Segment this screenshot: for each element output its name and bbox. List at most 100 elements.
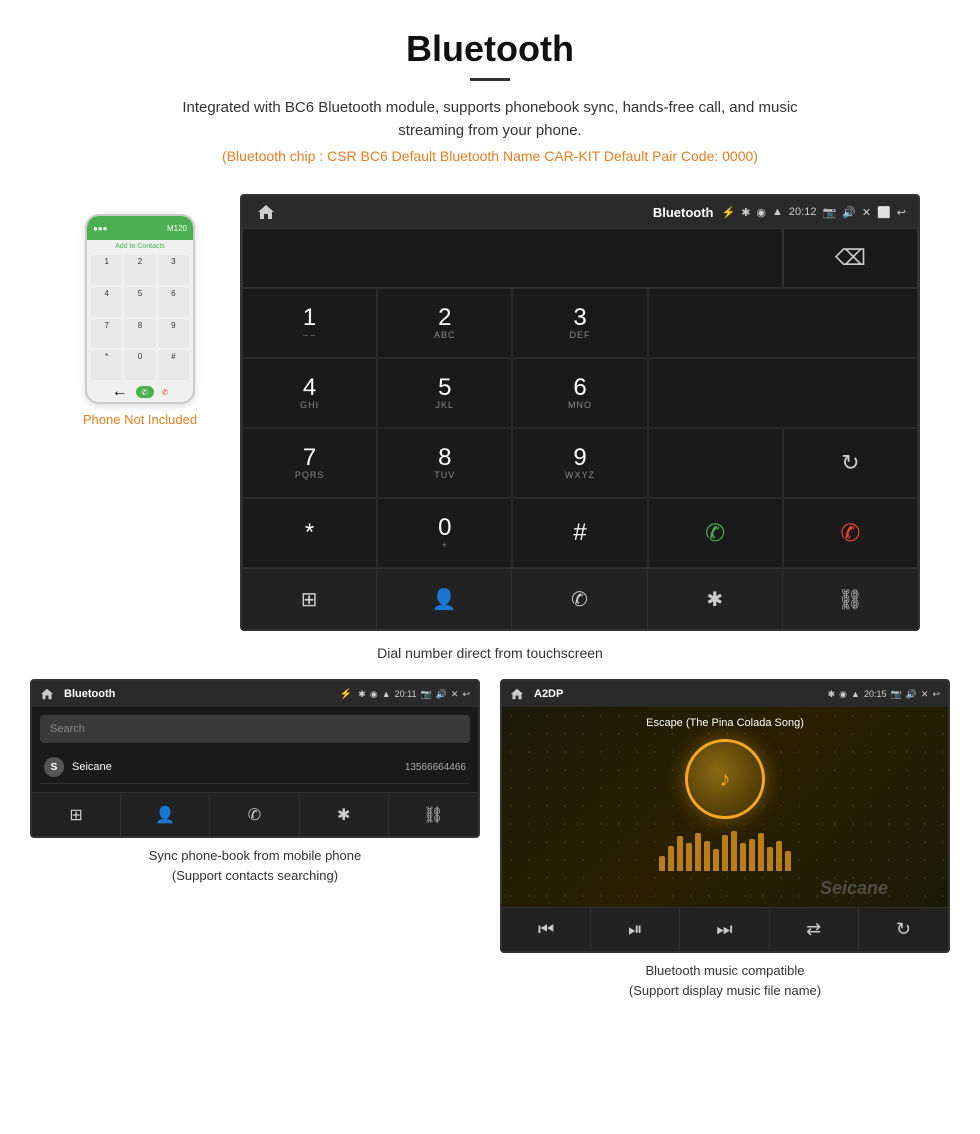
phone-call-button[interactable]: ✆ [136,386,154,398]
contact-row[interactable]: S Seicane 13566664466 [40,751,470,784]
music-toolbar: ⏮ ⏯ ⏭ ⇄ ↻ [502,907,948,951]
number-display [242,228,783,288]
page-title: Bluetooth [0,28,980,70]
dial-key-7[interactable]: 7 PQRS [242,428,377,498]
dial-key-2[interactable]: 2 ABC [377,288,512,358]
bottom-screenshots: Bluetooth ⚡ ✱ ◉ ▲ 20:11 📷 🔊 ✕ ↩ Search [0,679,980,1000]
music-caption: Bluetooth music compatible (Support disp… [629,961,821,1000]
pb-toolbar-contacts[interactable]: 👤 [121,793,210,836]
dialer-screen-title: Bluetooth [653,205,714,220]
location-icon: ◉ [756,206,766,219]
eq-bar [722,835,728,871]
back-icon[interactable]: ↩ [897,206,906,219]
dial-key-1[interactable]: 1 ⌣⌣ [242,288,377,358]
pb-toolbar-bt[interactable]: ✱ [300,793,389,836]
phone-key-0[interactable]: 0 [124,350,155,380]
dial-key-hash[interactable]: # [512,498,647,568]
eq-bar [776,841,782,871]
eq-bar [731,831,737,871]
music-back[interactable]: ↩ [932,689,940,700]
call-button[interactable]: ✆ [648,498,783,568]
music-screen-wrapper: A2DP ✱ ◉ ▲ 20:15 📷 🔊 ✕ ↩ Escape (The Pin… [500,679,950,1000]
music-status-right: ✱ ◉ ▲ 20:15 📷 🔊 ✕ ↩ [828,689,940,700]
redial-button[interactable]: ↻ [783,428,918,498]
pb-toolbar-phone[interactable]: ✆ [210,793,299,836]
music-next-btn[interactable]: ⏭ [680,908,769,951]
camera-icon: 📷 [822,206,836,219]
volume-icon: 🔊 [842,206,856,219]
search-placeholder: Search [50,723,85,735]
music-play-pause-btn[interactable]: ⏯ [591,908,680,951]
phone-back-icon: ← [112,383,128,401]
pb-time: 20:11 [395,689,417,699]
eq-bar [740,843,746,871]
dial-key-8[interactable]: 8 TUV [377,428,512,498]
close-icon[interactable]: ✕ [862,206,871,219]
dial-key-star[interactable]: * [242,498,377,568]
song-title: Escape (The Pina Colada Song) [646,717,804,729]
dial-key-4[interactable]: 4 GHI [242,358,377,428]
music-bluetooth-icon: ♪ [720,766,731,792]
music-status-bar: A2DP ✱ ◉ ▲ 20:15 📷 🔊 ✕ ↩ [502,681,948,707]
pb-sig-icon: ▲ [382,689,391,699]
backspace-button[interactable]: ⌫ [783,228,918,288]
phone-model: M120 [167,224,187,233]
status-bar-right: ⚡ ✱ ◉ ▲ 20:12 📷 🔊 ✕ ⬜ ↩ [722,206,907,219]
dial-key-6[interactable]: 6 MNO [512,358,647,428]
bluetooth-status-icon: ✱ [741,206,750,219]
music-screen: A2DP ✱ ◉ ▲ 20:15 📷 🔊 ✕ ↩ Escape (The Pin… [500,679,950,953]
phone-key-7[interactable]: 7 [91,319,122,349]
phone-key-5[interactable]: 5 [124,287,155,317]
music-repeat-btn[interactable]: ↻ [859,908,948,951]
eq-bar [767,847,773,871]
call-accept-icon: ✆ [693,511,737,555]
redial-icon: ↻ [841,450,859,476]
phone-key-8[interactable]: 8 [124,319,155,349]
dialer-status-bar: Bluetooth ⚡ ✱ ◉ ▲ 20:12 📷 🔊 ✕ ⬜ ↩ [242,196,918,228]
pb-toolbar-dialpad[interactable]: ⊞ [32,793,121,836]
phone-key-hash[interactable]: # [158,350,189,380]
eq-bar [758,833,764,871]
dialer-grid: ⌫ 1 ⌣⌣ 2 ABC 3 DEF 4 GHI 5 [242,228,918,568]
dial-key-9[interactable]: 9 WXYZ [512,428,647,498]
phone-key-3[interactable]: 3 [158,255,189,285]
phone-key-4[interactable]: 4 [91,287,122,317]
phone-top-bar: ●●● M120 [87,216,193,240]
music-shuffle-btn[interactable]: ⇄ [770,908,859,951]
toolbar-contacts-btn[interactable]: 👤 [377,569,512,629]
dialer-bottom-toolbar: ⊞ 👤 ✆ ✱ ⛓ [242,568,918,629]
pb-toolbar-link[interactable]: ⛓ [389,793,478,836]
search-bar[interactable]: Search [40,715,470,743]
toolbar-bluetooth-btn[interactable]: ✱ [648,569,783,629]
dial-key-3[interactable]: 3 DEF [512,288,647,358]
home-icon[interactable] [254,200,278,224]
music-prev-btn[interactable]: ⏮ [502,908,591,951]
eq-bar [686,843,692,871]
music-body: Escape (The Pina Colada Song) ♪ Seicane [502,707,948,907]
music-close[interactable]: ✕ [921,689,929,700]
phone-key-9[interactable]: 9 [158,319,189,349]
toolbar-dialpad-btn[interactable]: ⊞ [242,569,377,629]
toolbar-phone-btn[interactable]: ✆ [512,569,647,629]
phone-key-1[interactable]: 1 [91,255,122,285]
page-header: Bluetooth Integrated with BC6 Bluetooth … [0,0,980,194]
pb-vol-icon: 🔊 [436,689,447,700]
phone-key-2[interactable]: 2 [124,255,155,285]
end-call-button[interactable]: ✆ [783,498,918,568]
music-home-icon[interactable] [510,688,524,700]
dial-key-5[interactable]: 5 JKL [377,358,512,428]
music-loc-icon: ◉ [839,689,847,700]
phone-key-6[interactable]: 6 [158,287,189,317]
bluetooth-specs: (Bluetooth chip : CSR BC6 Default Blueto… [0,148,980,164]
status-bar-left [254,200,645,224]
pb-back[interactable]: ↩ [462,689,470,700]
equalizer-bars [659,831,791,871]
toolbar-link-btn[interactable]: ⛓ [783,569,918,629]
phonebook-home-icon[interactable] [40,688,54,700]
backspace-icon: ⌫ [835,245,866,271]
contact-avatar: S [44,757,64,777]
phone-contact-label: Add to Contacts [87,240,193,253]
phone-key-star[interactable]: * [91,350,122,380]
dial-key-0[interactable]: 0 + [377,498,512,568]
pb-close[interactable]: ✕ [451,689,459,700]
